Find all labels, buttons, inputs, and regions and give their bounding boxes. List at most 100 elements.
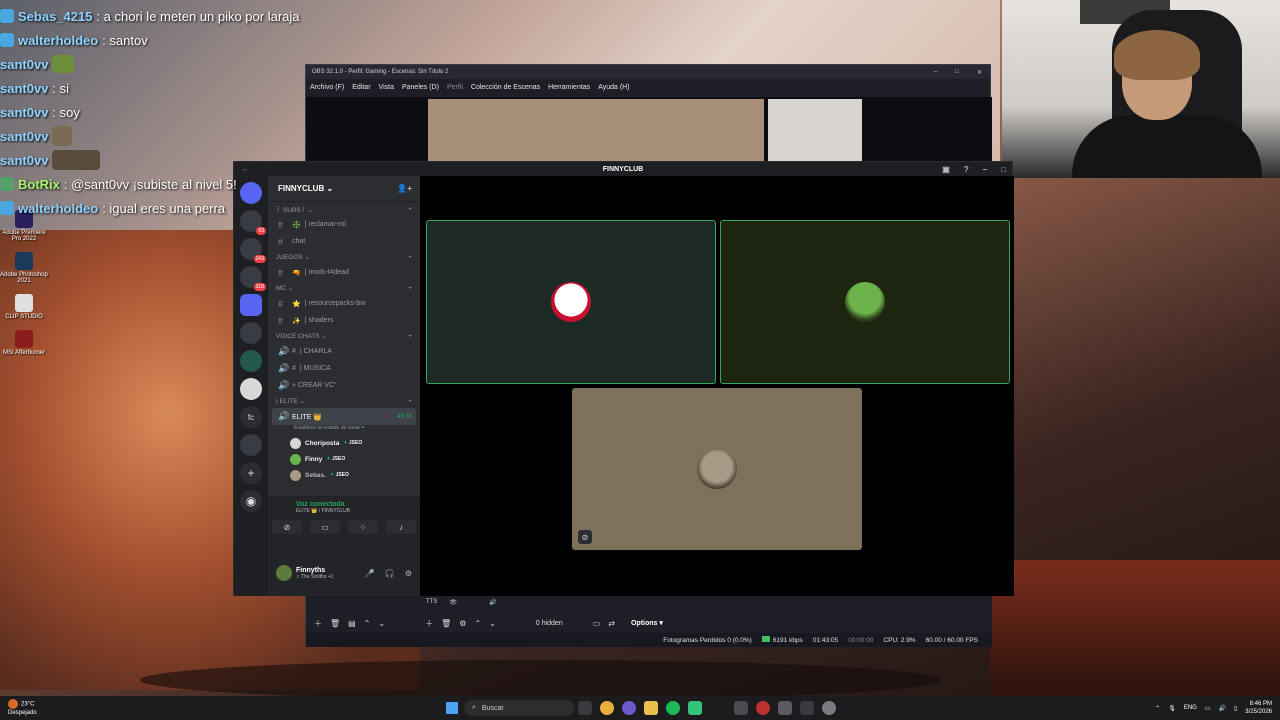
add-scene-icon[interactable]: ＋ xyxy=(314,618,322,629)
voice-connected-channel[interactable]: ELITE 👑 / FINNYCLUB xyxy=(268,508,420,514)
channel-mods-l4dead[interactable]: # 🔫 | mods-l4dead xyxy=(268,264,420,281)
network-icon[interactable]: ▭ xyxy=(1205,705,1211,712)
obs-menu-vista[interactable]: Vista xyxy=(379,84,394,91)
help-icon[interactable]: ? xyxy=(964,165,969,174)
remove-scene-icon[interactable]: 🗑 xyxy=(330,619,340,628)
category-elite[interactable]: | ELITE ⌄ + xyxy=(268,394,420,408)
move-down-icon[interactable]: ⌄ xyxy=(378,619,385,628)
screen-share-icon[interactable]: ▭ xyxy=(310,520,340,534)
voice-channel-crear-vc[interactable]: 🔊» CREAR VC° xyxy=(268,377,420,394)
add-channel-icon[interactable]: + xyxy=(408,333,412,340)
add-channel-icon[interactable]: + xyxy=(408,206,412,213)
streamlabs-icon[interactable] xyxy=(688,701,702,715)
file-explorer-icon[interactable] xyxy=(644,701,658,715)
obs-menu-perfil[interactable]: Perfil xyxy=(447,84,463,91)
microphone-icon[interactable]: 🎙 xyxy=(1168,705,1176,712)
chevron-up-icon[interactable]: ⌃ xyxy=(1155,705,1160,712)
voice-channel-musica[interactable]: 🔊 # | MUSICA xyxy=(268,360,420,377)
server-icon[interactable] xyxy=(240,434,262,456)
obs-menu-herramientas[interactable]: Herramientas xyxy=(548,84,590,91)
minimize-icon[interactable]: – xyxy=(983,165,987,174)
desktop-icon-afterburner[interactable]: MSI Afterburner xyxy=(0,330,48,356)
mixer-icon[interactable]: ▭ xyxy=(593,619,601,628)
server-icon[interactable] xyxy=(240,266,266,291)
source-down-icon[interactable]: ⌄ xyxy=(489,619,496,628)
app-icon[interactable] xyxy=(800,701,814,715)
video-tile[interactable] xyxy=(720,220,1010,384)
add-channel-icon[interactable]: + xyxy=(408,398,412,405)
add-source-icon[interactable]: ＋ xyxy=(425,618,433,629)
category-juegos[interactable]: JUEGOS ⌄ + xyxy=(268,250,420,264)
obs-icon[interactable] xyxy=(622,701,636,715)
remove-source-icon[interactable]: 🗑 xyxy=(441,619,451,628)
minimize-icon[interactable]: – xyxy=(934,69,937,76)
speaker-icon[interactable]: 🔊 xyxy=(489,599,496,606)
soundboard-icon[interactable]: ♪ xyxy=(386,520,416,534)
voice-user[interactable]: Sebas. ✦ JSEO xyxy=(268,467,420,483)
obs-menu-ayuda[interactable]: Ayuda (H) xyxy=(598,84,629,91)
spotify-icon[interactable] xyxy=(666,701,680,715)
obs-options-button[interactable]: Options ▾ xyxy=(623,619,663,627)
transition-icon[interactable]: ⇄ xyxy=(608,619,615,628)
camera-off-icon[interactable]: ⊘ xyxy=(272,520,302,534)
desktop-icon-clip-studio[interactable]: CLIP STUDIO xyxy=(0,294,48,320)
volume-icon[interactable]: 🔊 xyxy=(1219,705,1226,712)
add-channel-icon[interactable]: + xyxy=(408,254,412,261)
voice-channel-charla[interactable]: 🔊 # | CHARLA xyxy=(268,343,420,360)
channel-resourcepacks-bw[interactable]: # ⭐ | resourcepacks-bw xyxy=(268,295,420,312)
obs-source-tts[interactable]: TTS xyxy=(426,599,437,605)
category-mc[interactable]: MC ⌄ + xyxy=(268,281,420,295)
add-channel-icon[interactable]: + xyxy=(408,285,412,292)
app-icon[interactable] xyxy=(778,701,792,715)
language-indicator[interactable]: ENG xyxy=(1184,705,1197,711)
microphone-icon[interactable]: 🎤 xyxy=(365,569,375,578)
server-icon[interactable] xyxy=(240,322,262,344)
windows-start-icon[interactable] xyxy=(446,702,458,714)
obs-menu-escenas[interactable]: Colección de Escenas xyxy=(471,84,540,91)
maximize-icon[interactable]: □ xyxy=(1001,165,1006,174)
search-box[interactable]: ⌕ Buscar xyxy=(464,700,574,716)
app-icon[interactable] xyxy=(756,701,770,715)
folder-icon[interactable] xyxy=(240,294,262,316)
channel-chat[interactable]: # chat xyxy=(268,233,420,250)
battery-icon[interactable]: ▯ xyxy=(1234,705,1237,712)
app-icon[interactable] xyxy=(734,701,748,715)
task-view-icon[interactable] xyxy=(578,701,592,715)
discord-window[interactable]: ← FINNYCLUB ▣ ? – □ fc + ◉ FINNYCLUB ⌄ 👤… xyxy=(233,161,1014,596)
video-tile[interactable]: ⊘ xyxy=(572,388,862,550)
channel-status[interactable]: Establece un estado de canal ✏ xyxy=(268,425,420,435)
add-member-icon[interactable]: 👤+ xyxy=(397,184,412,193)
category-voice-chats[interactable]: VOICE CHATS ⌄ + xyxy=(268,329,420,343)
gear-icon[interactable]: ⚙ xyxy=(405,569,412,578)
eye-icon[interactable]: 👁 xyxy=(449,599,457,606)
move-up-icon[interactable]: ⌃ xyxy=(364,619,371,628)
settings-icon[interactable] xyxy=(822,701,836,715)
server-icon[interactable] xyxy=(240,350,262,372)
discover-icon[interactable]: ◉ xyxy=(240,490,262,512)
inbox-icon[interactable]: ▣ xyxy=(942,165,950,174)
channel-shaders[interactable]: # ✨ | shaders xyxy=(268,312,420,329)
voice-user[interactable]: Choriposta ✦ JSEO xyxy=(268,435,420,451)
voice-user[interactable]: Finny ✦ JSEO xyxy=(268,451,420,467)
activities-icon[interactable]: ⁘ xyxy=(348,520,378,534)
voice-channel-elite[interactable]: 🔊 ELITE 👑 49:35 xyxy=(272,408,416,425)
server-icon[interactable] xyxy=(240,378,262,400)
obs-menu-editar[interactable]: Editar xyxy=(352,84,370,91)
video-tile[interactable] xyxy=(426,220,716,384)
gear-icon[interactable]: ⚙ xyxy=(459,619,466,628)
chrome-icon[interactable] xyxy=(600,701,614,715)
desktop-icon-photoshop[interactable]: Adobe Photoshop 2021 xyxy=(0,252,48,284)
obs-menu-paneles[interactable]: Paneles (D) xyxy=(402,84,439,91)
server-icon[interactable] xyxy=(240,238,266,263)
filter-icon[interactable]: ▤ xyxy=(348,619,356,628)
source-up-icon[interactable]: ⌃ xyxy=(474,619,481,628)
headphones-icon[interactable]: 🎧 xyxy=(385,569,395,578)
speaker-icon: 🔊 xyxy=(278,346,290,356)
weather-widget[interactable]: 23°C Despejado xyxy=(8,699,37,717)
close-icon[interactable]: ✕ xyxy=(977,69,982,76)
clock[interactable]: 8:46 PM 3/25/2026 xyxy=(1245,700,1272,716)
server-fc-icon[interactable]: fc xyxy=(240,406,262,428)
avatar[interactable] xyxy=(276,565,292,581)
maximize-icon[interactable]: □ xyxy=(955,69,959,76)
add-server-icon[interactable]: + xyxy=(240,462,262,484)
